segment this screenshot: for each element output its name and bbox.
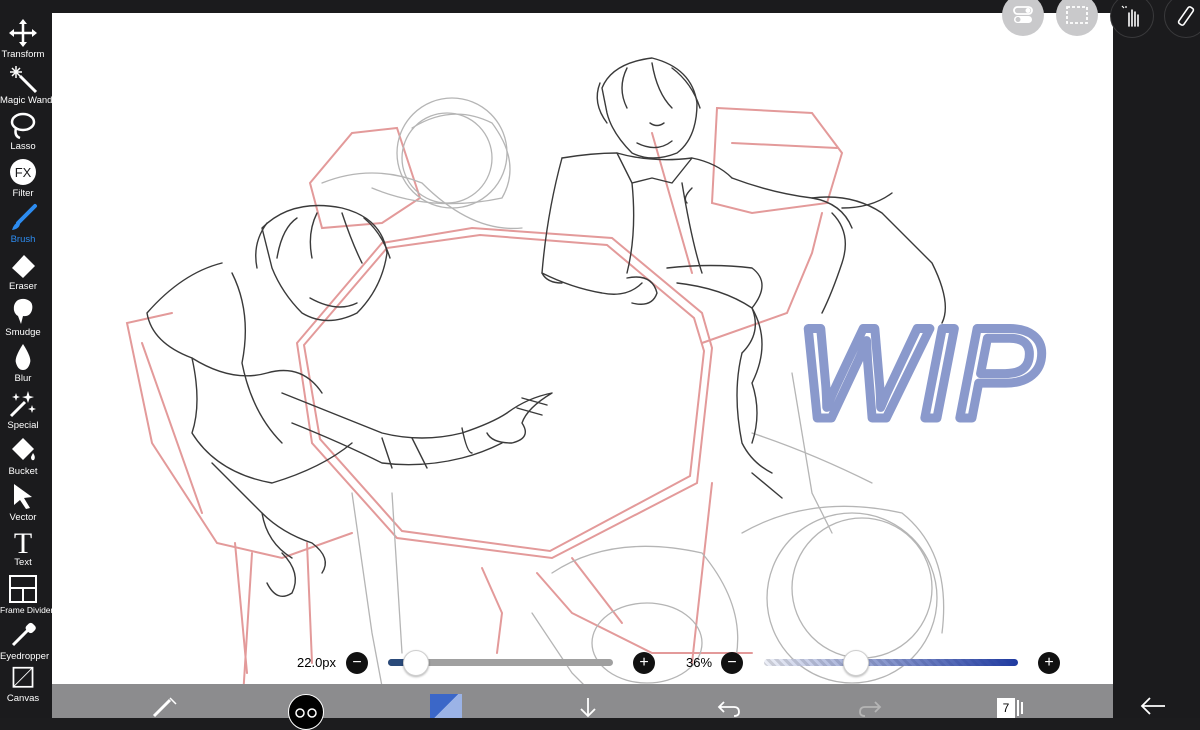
- tool-brush[interactable]: Brush: [0, 203, 46, 245]
- tool-vector[interactable]: Vector: [0, 481, 46, 523]
- canvas-icon: [12, 666, 34, 688]
- sketch-artwork: WIP: [125, 57, 1047, 714]
- text-icon: T: [14, 527, 32, 556]
- eraser-icon: [12, 255, 35, 278]
- brush-size-decrease-button[interactable]: −: [346, 652, 368, 674]
- special-icon: [9, 391, 36, 418]
- tool-label: Transform: [1, 49, 45, 60]
- drawing-canvas[interactable]: WIP: [52, 13, 1113, 718]
- download-arrow-icon: [580, 698, 596, 718]
- plus-icon: +: [1044, 654, 1054, 671]
- gesture-hand-icon: [1121, 5, 1139, 27]
- tool-text[interactable]: T Text: [0, 526, 46, 568]
- brush-size-increase-button[interactable]: +: [633, 652, 655, 674]
- ruler-icon: [1177, 6, 1195, 26]
- tool-label: Bucket: [8, 466, 38, 477]
- tool-transform[interactable]: Transform: [0, 18, 46, 60]
- tool-magic-wand[interactable]: Magic Wand: [0, 64, 53, 106]
- tool-label: Eraser: [9, 281, 37, 292]
- back-button[interactable]: [1139, 696, 1167, 721]
- frame-divider-icon: [9, 575, 37, 603]
- bottom-toolbar: 7: [52, 684, 1200, 730]
- smudge-icon: [13, 298, 33, 324]
- tool-eyedropper[interactable]: Eyedropper: [0, 620, 50, 662]
- brush-size-label: 22.0px: [297, 655, 337, 670]
- bucket-icon: [12, 438, 35, 461]
- tool-special[interactable]: Special: [0, 389, 46, 431]
- layer-count: 7: [997, 698, 1015, 718]
- tool-sidebar: Transform Magic Wand Lasso FX Filter Bru…: [0, 0, 54, 718]
- redo-icon: [859, 701, 882, 717]
- svg-text:FX: FX: [15, 165, 32, 180]
- tool-bucket[interactable]: Bucket: [0, 435, 46, 477]
- back-arrow-icon: [1140, 697, 1165, 715]
- redo-button[interactable]: [857, 698, 883, 723]
- undo-icon: [717, 701, 740, 717]
- layers-icon: 7: [997, 698, 1023, 718]
- opacity-increase-button[interactable]: +: [1038, 652, 1060, 674]
- tool-smudge[interactable]: Smudge: [0, 296, 46, 338]
- tool-frame-divider[interactable]: Frame Divider: [0, 574, 54, 616]
- tool-label: Lasso: [10, 141, 36, 152]
- transform-icon: [9, 19, 37, 47]
- tool-lasso[interactable]: Lasso: [0, 110, 46, 152]
- bottom-right-area: [1113, 684, 1200, 718]
- tool-label: Text: [14, 557, 32, 568]
- eyedropper-icon: [11, 622, 36, 647]
- import-button[interactable]: [576, 696, 600, 723]
- svg-text:T: T: [14, 527, 32, 556]
- vector-icon: [14, 484, 32, 509]
- brush-preset-icon: [295, 708, 317, 718]
- brush-size-slider-thumb[interactable]: [403, 650, 429, 676]
- tool-label: Magic Wand: [0, 95, 53, 106]
- tool-label: Vector: [9, 512, 37, 523]
- tool-label: Canvas: [6, 693, 40, 704]
- lasso-icon: [10, 112, 36, 140]
- minus-icon: −: [727, 654, 737, 671]
- tool-eraser[interactable]: Eraser: [0, 250, 46, 292]
- brush-preset-button[interactable]: [288, 694, 324, 730]
- minus-icon: −: [352, 654, 362, 671]
- magic-wand-icon: [10, 66, 38, 94]
- blur-icon: [15, 344, 31, 370]
- right-panel: [1113, 0, 1200, 718]
- wip-text: WIP: [797, 300, 1043, 446]
- tool-label: Special: [7, 420, 39, 431]
- color-swatch[interactable]: [430, 694, 462, 718]
- tool-label: Blur: [14, 373, 32, 384]
- tool-label: Filter: [12, 188, 34, 199]
- brush-settings-button[interactable]: [150, 696, 180, 723]
- undo-button[interactable]: [716, 698, 742, 723]
- tool-label: Frame Divider: [0, 605, 54, 615]
- brush-icon: [12, 204, 37, 230]
- opacity-label: 36%: [686, 655, 713, 670]
- opacity-decrease-button[interactable]: −: [721, 652, 743, 674]
- selection-icon: [1066, 6, 1088, 24]
- brush-settings-icon: [152, 697, 177, 718]
- tool-label: Eyedropper: [0, 651, 50, 662]
- opacity-slider-track[interactable]: [764, 659, 1018, 666]
- toggle-icon: [1013, 6, 1033, 23]
- filter-icon: FX: [10, 159, 36, 185]
- layers-button[interactable]: 7: [997, 698, 1023, 718]
- tool-blur[interactable]: Blur: [0, 342, 46, 384]
- tool-label: Brush: [10, 234, 36, 245]
- tool-label: Smudge: [5, 327, 41, 338]
- tool-canvas[interactable]: Canvas: [0, 666, 46, 704]
- tool-filter[interactable]: FX Filter: [0, 157, 46, 199]
- plus-icon: +: [639, 654, 649, 671]
